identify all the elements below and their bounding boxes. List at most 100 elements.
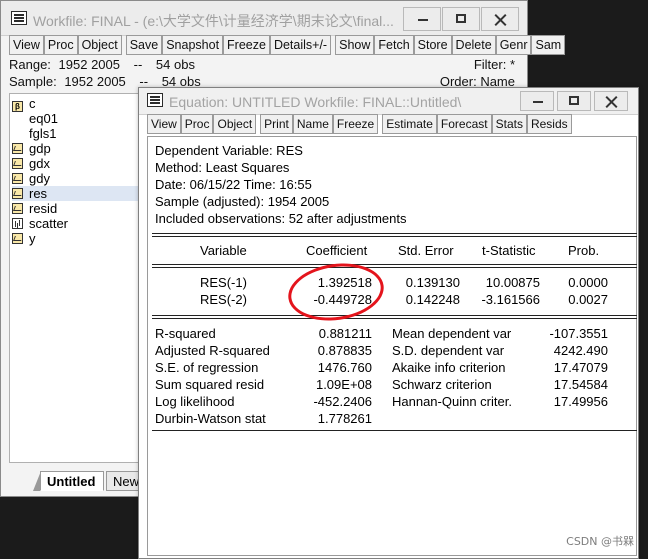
object-item[interactable]: scatter (12, 216, 68, 231)
eq-proc-button[interactable]: Proc (180, 114, 214, 134)
row-t-statistic: -3.161566 (481, 292, 540, 307)
workfile-object-list: βc eq01 fgls1 gdp gdx gdy res resid scat… (9, 93, 161, 463)
eq-estimate-button[interactable]: Estimate (382, 114, 437, 134)
stat-label: Akaike info criterion (392, 360, 506, 375)
series-icon (12, 143, 23, 154)
workfile-toolbar: View Proc Object Save Snapshot Freeze De… (9, 35, 566, 55)
filter-label[interactable]: Filter: * (474, 56, 515, 73)
stat-label: S.D. dependent var (392, 343, 505, 358)
eq-view-button[interactable]: View (147, 114, 181, 134)
series-icon (12, 158, 23, 169)
stat-value: 0.881211 (318, 326, 372, 341)
stat-value: 1476.760 (317, 360, 372, 375)
table-top-rule (152, 233, 637, 237)
stat-label: Sum squared resid (155, 377, 265, 392)
equation-window[interactable]: Equation: UNTITLED Workfile: FINAL::Unti… (138, 87, 639, 559)
eq-freeze-button[interactable]: Freeze (332, 114, 379, 134)
eq-stats-button[interactable]: Stats (491, 114, 527, 134)
close-icon (482, 8, 518, 30)
wf-save-button[interactable]: Save (125, 35, 163, 55)
table-bottom-rule (152, 430, 637, 431)
wf-view-button[interactable]: View (9, 35, 44, 55)
workfile-app-icon (11, 11, 27, 25)
stat-value: -107.3551 (549, 326, 608, 341)
maximize-icon (443, 8, 479, 30)
range-info[interactable]: Range: 1952 2005 -- 54 obs Filter: * (9, 56, 519, 73)
stat-label: R-squared (155, 326, 216, 341)
csdn-watermark: CSDN @书槑 (566, 535, 634, 548)
wf-object-button[interactable]: Object (77, 35, 122, 55)
eq-object-button[interactable]: Object (213, 114, 257, 134)
row-prob: 0.0000 (568, 275, 608, 290)
equation-app-icon (147, 93, 163, 107)
stat-value: 17.49956 (553, 394, 608, 409)
object-item[interactable]: gdx (12, 156, 50, 171)
table-mid-rule (152, 315, 637, 319)
object-item[interactable]: gdp (12, 141, 51, 156)
eq-maximize-button[interactable] (557, 91, 591, 111)
series-icon (12, 173, 23, 184)
equation-title: Equation: UNTITLED Workfile: FINAL::Unti… (169, 94, 462, 110)
wf-genr-button[interactable]: Genr (495, 35, 532, 55)
graph-icon (12, 218, 23, 229)
stat-value: 4242.490 (553, 343, 608, 358)
wf-freeze-button[interactable]: Freeze (223, 35, 270, 55)
row-std-error: 0.139130 (405, 275, 460, 290)
wf-proc-button[interactable]: Proc (43, 35, 78, 55)
stat-label: Hannan-Quinn criter. (392, 394, 512, 409)
wf-fetch-button[interactable]: Fetch (374, 35, 414, 55)
eq-close-button[interactable] (594, 91, 628, 111)
eq-print-button[interactable]: Print (260, 114, 293, 134)
stat-value: -452.2406 (313, 394, 372, 409)
object-item[interactable]: βc (12, 96, 36, 112)
col-std-error: Std. Error (398, 243, 454, 258)
series-icon (12, 188, 23, 199)
observations-line: Included observations: 52 after adjustme… (155, 211, 407, 226)
row-variable: RES(-2) (200, 292, 247, 307)
stat-value: 17.47079 (553, 360, 608, 375)
object-item[interactable]: y (12, 231, 36, 246)
series-icon (12, 203, 23, 214)
object-item[interactable]: fgls1 (12, 126, 161, 226)
stat-value: 17.54584 (553, 377, 608, 392)
equation-toolbar: View Proc Object Print Name Freeze Estim… (147, 114, 572, 134)
object-item[interactable]: resid (12, 201, 57, 216)
wf-store-button[interactable]: Store (413, 35, 452, 55)
eq-forecast-button[interactable]: Forecast (436, 114, 492, 134)
wf-sample-button[interactable]: Sam (531, 35, 566, 55)
workfile-titlebar[interactable]: Workfile: FINAL - (e:\大学文件\计量经济学\期末论文\fi… (1, 1, 527, 36)
sample-line: Sample (adjusted): 1954 2005 (155, 194, 330, 209)
eq-resids-button[interactable]: Resids (526, 114, 572, 134)
col-coefficient: Coefficient (306, 243, 368, 258)
maximize-button[interactable] (442, 7, 480, 31)
object-item-selected[interactable]: res (12, 186, 138, 201)
maximize-icon (558, 92, 590, 110)
wf-show-button[interactable]: Show (335, 35, 375, 55)
object-item[interactable]: eq01 (12, 111, 161, 211)
eq-minimize-button[interactable] (520, 91, 554, 111)
range-separator: -- (133, 57, 143, 72)
eq-name-button[interactable]: Name (292, 114, 333, 134)
minimize-button[interactable] (403, 7, 441, 31)
wf-snapshot-button[interactable]: Snapshot (162, 35, 224, 55)
table-header-rule (152, 264, 637, 268)
minimize-icon (404, 8, 440, 30)
wf-delete-button[interactable]: Delete (451, 35, 496, 55)
row-t-statistic: 10.00875 (485, 275, 540, 290)
object-item[interactable]: gdy (12, 171, 50, 186)
stat-value: 0.878835 (317, 343, 372, 358)
stat-label: S.E. of regression (155, 360, 259, 375)
row-variable: RES(-1) (200, 275, 247, 290)
close-button[interactable] (481, 7, 519, 31)
equation-titlebar[interactable]: Equation: UNTITLED Workfile: FINAL::Unti… (139, 88, 638, 115)
sample-value: 1952 2005 (64, 74, 126, 89)
col-prob: Prob. (568, 243, 600, 258)
series-icon (12, 233, 23, 244)
method-line: Method: Least Squares (155, 160, 290, 175)
range-obs: 54 obs (155, 57, 195, 72)
dependent-variable-line: Dependent Variable: RES (155, 143, 303, 158)
wf-details-button[interactable]: Details+/- (269, 35, 332, 55)
tab-untitled[interactable]: Untitled (40, 471, 104, 491)
workfile-title: Workfile: FINAL - (e:\大学文件\计量经济学\期末论文\fi… (33, 13, 394, 29)
sample-label: Sample: (9, 74, 57, 89)
